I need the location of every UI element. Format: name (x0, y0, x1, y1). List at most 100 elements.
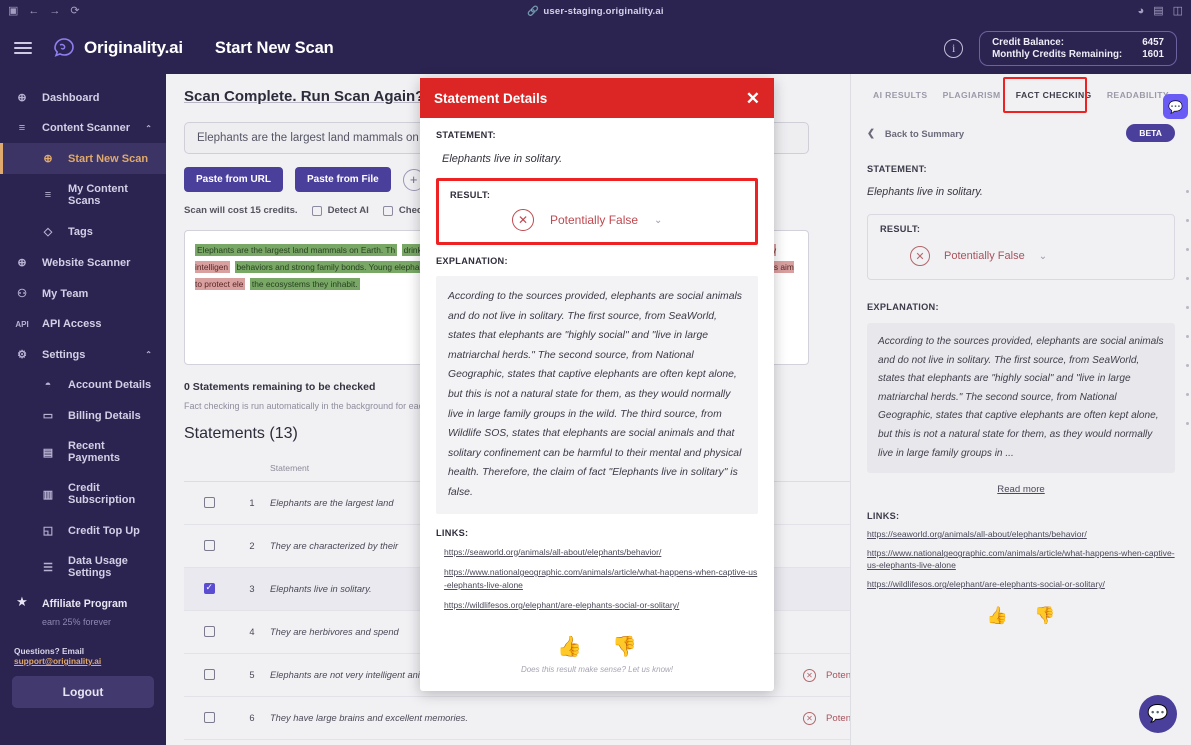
monthly-credits-value: 1601 (1142, 49, 1164, 60)
credit-balance-label: Credit Balance: (992, 37, 1122, 48)
chevron-up-icon[interactable]: ⌃ (145, 124, 152, 133)
sidebar-item-dashboard[interactable]: ⊕Dashboard (0, 82, 166, 113)
browser-right-icons: ◕ ▤ ◫ (1138, 6, 1183, 17)
row-checkbox[interactable] (184, 626, 234, 639)
modal-result-box-highlighted: RESULT: ✕ Potentially False ⌄ (436, 178, 758, 245)
sidebar-item-my-content-scans[interactable]: ≡My Content Scans (0, 174, 166, 216)
sidebar-item-recent-payments[interactable]: ▤Recent Payments (0, 431, 166, 473)
scan-complete-heading[interactable]: Scan Complete. Run Scan Again? (184, 88, 424, 105)
row-checkbox[interactable] (184, 497, 234, 510)
panel-scrollbar[interactable] (1185, 164, 1189, 745)
chevron-up-icon[interactable]: ⌃ (145, 350, 152, 359)
sidebar-icon: ⊕ (14, 256, 30, 269)
sidebar-item-label: Credit Subscription (68, 482, 152, 506)
sidebar-item-my-team[interactable]: ⚇ My Team (0, 278, 166, 309)
source-link[interactable]: https://www.nationalgeographic.com/anima… (444, 566, 758, 591)
thumb-up-icon[interactable]: 👍 (557, 634, 582, 659)
tab-plagiarism[interactable]: PLAGIARISM (941, 86, 1003, 104)
rp-statement-text: Elephants live in solitary. (867, 186, 1175, 198)
rp-read-more-link[interactable]: Read more (867, 484, 1175, 495)
sidebar-icon: ⚇ (14, 287, 30, 300)
support-email-link[interactable]: support@originality.ai (14, 656, 101, 666)
profile-icon[interactable]: ◕ (1138, 6, 1145, 17)
checkbox-icon (383, 206, 393, 216)
chat-support-button[interactable]: 💬 (1139, 695, 1177, 733)
logout-button[interactable]: Logout (12, 676, 154, 708)
row-checkbox[interactable] (184, 669, 234, 682)
detect-ai-label: Detect AI (328, 205, 369, 216)
result-false-icon: ✕ (803, 712, 816, 725)
tab-fact-checking[interactable]: FACT CHECKING (1014, 86, 1094, 104)
credit-balance-value: 6457 (1142, 37, 1164, 48)
modal-result-row[interactable]: ✕ Potentially False ⌄ (450, 209, 744, 231)
checkbox-icon (204, 583, 215, 594)
highlighted-text-segment: the ecosystems they inhabit. (250, 278, 360, 290)
sidebar-item-credit-top-up[interactable]: ◱Credit Top Up (0, 515, 166, 546)
sidebar-item-label: Start New Scan (68, 153, 148, 165)
menu-toggle-icon[interactable] (14, 39, 32, 57)
close-icon[interactable]: ✕ (746, 90, 760, 107)
modal-result-value: Potentially False (550, 213, 638, 227)
sidebar-item-credit-subscription[interactable]: ▥Credit Subscription (0, 473, 166, 515)
sidebar-item-content-scanner[interactable]: ≡Content Scanner⌃ (0, 113, 166, 143)
tab-ai-results[interactable]: AI RESULTS (871, 86, 929, 104)
paste-from-url-button[interactable]: Paste from URL (184, 167, 283, 192)
source-link[interactable]: https://wildlifesos.org/elephant/are-ele… (444, 599, 758, 612)
tab-readability[interactable]: READABILITY (1105, 86, 1171, 104)
source-link[interactable]: https://wildlifesos.org/elephant/are-ele… (867, 578, 1175, 590)
support-prefix: Questions? Email (14, 646, 84, 656)
source-link[interactable]: https://seaworld.org/animals/all-about/e… (444, 546, 758, 559)
result-false-icon: ✕ (910, 246, 930, 266)
sidebar-item-label: My Team (42, 288, 88, 300)
sidebar-item-start-new-scan[interactable]: ⊕Start New Scan (0, 143, 166, 174)
sidebar-item-tags[interactable]: ◇Tags (0, 216, 166, 247)
modal-title: Statement Details (434, 91, 547, 106)
modal-header: Statement Details ✕ (420, 78, 774, 118)
checkbox-icon (204, 626, 215, 637)
sidebar-item-api-access[interactable]: APIAPI Access (0, 309, 166, 339)
page-title: Start New Scan (215, 39, 334, 58)
sidebar-item-label: Recent Payments (68, 440, 152, 464)
brain-logo-icon (50, 36, 76, 60)
row-checkbox[interactable] (184, 540, 234, 553)
rp-result-value: Potentially False (944, 250, 1025, 262)
source-link[interactable]: https://seaworld.org/animals/all-about/e… (867, 528, 1175, 540)
header-right: i Credit Balance: 6457 Monthly Credits R… (944, 31, 1177, 66)
checkbox-icon (204, 497, 215, 508)
sidebar-item-settings[interactable]: ⚙Settings⌃ (0, 339, 166, 370)
browser-toolbar: ▣ ← → ⟳ 🔗user-staging.originality.ai ◕ ▤… (0, 0, 1191, 22)
thumb-up-icon[interactable]: 👍 (987, 606, 1008, 626)
sidebar-item-account-details[interactable]: ◓Account Details (0, 370, 166, 400)
brand-logo[interactable]: Originality.ai (50, 36, 183, 60)
detect-ai-checkbox[interactable]: Detect AI (312, 205, 369, 216)
modal-links-section: LINKS: https://seaworld.org/animals/all-… (436, 528, 758, 612)
chat-bubble-small-icon[interactable]: 💬 (1163, 94, 1188, 119)
brand-text: Originality.ai (84, 38, 183, 58)
sidebar-item-label: API Access (42, 318, 102, 330)
row-checkbox[interactable] (184, 583, 234, 596)
rp-links-list: https://seaworld.org/animals/all-about/e… (867, 528, 1175, 590)
chevron-down-icon[interactable]: ⌄ (654, 215, 662, 226)
row-checkbox[interactable] (184, 712, 234, 725)
sidebar-item-affiliate-program[interactable]: ★ Affiliate Program earn 25% forever (0, 588, 166, 636)
url-text: user-staging.originality.ai (543, 6, 663, 17)
back-to-summary-button[interactable]: ❮ Back to Summary (867, 127, 964, 139)
chevron-down-icon[interactable]: ⌄ (1039, 251, 1047, 262)
paste-from-file-button[interactable]: Paste from File (295, 167, 391, 192)
thumb-down-icon[interactable]: 👎 (1034, 606, 1055, 626)
row-statement: They have large brains and excellent mem… (270, 713, 803, 723)
cost-note: Scan will cost 15 credits. (184, 205, 298, 216)
checkbox-icon (312, 206, 322, 216)
sidebar-item-data-usage-settings[interactable]: ☰Data Usage Settings (0, 546, 166, 588)
split-view-icon[interactable]: ◫ (1173, 6, 1183, 17)
sidebar-item-website-scanner[interactable]: ⊕Website Scanner (0, 247, 166, 278)
source-link[interactable]: https://www.nationalgeographic.com/anima… (867, 547, 1175, 571)
rp-result-row[interactable]: ✕ Potentially False ⌄ (880, 246, 1162, 266)
thumb-down-icon[interactable]: 👎 (612, 634, 637, 659)
modal-statement-text: Elephants live in solitary. (442, 153, 758, 165)
extensions-icon[interactable]: ▤ (1153, 6, 1163, 17)
link-icon: 🔗 (527, 6, 539, 17)
address-bar[interactable]: 🔗 user-staging.originality.ai (0, 6, 1191, 17)
info-icon[interactable]: i (944, 39, 963, 58)
sidebar-item-billing-details[interactable]: ▭Billing Details (0, 400, 166, 431)
